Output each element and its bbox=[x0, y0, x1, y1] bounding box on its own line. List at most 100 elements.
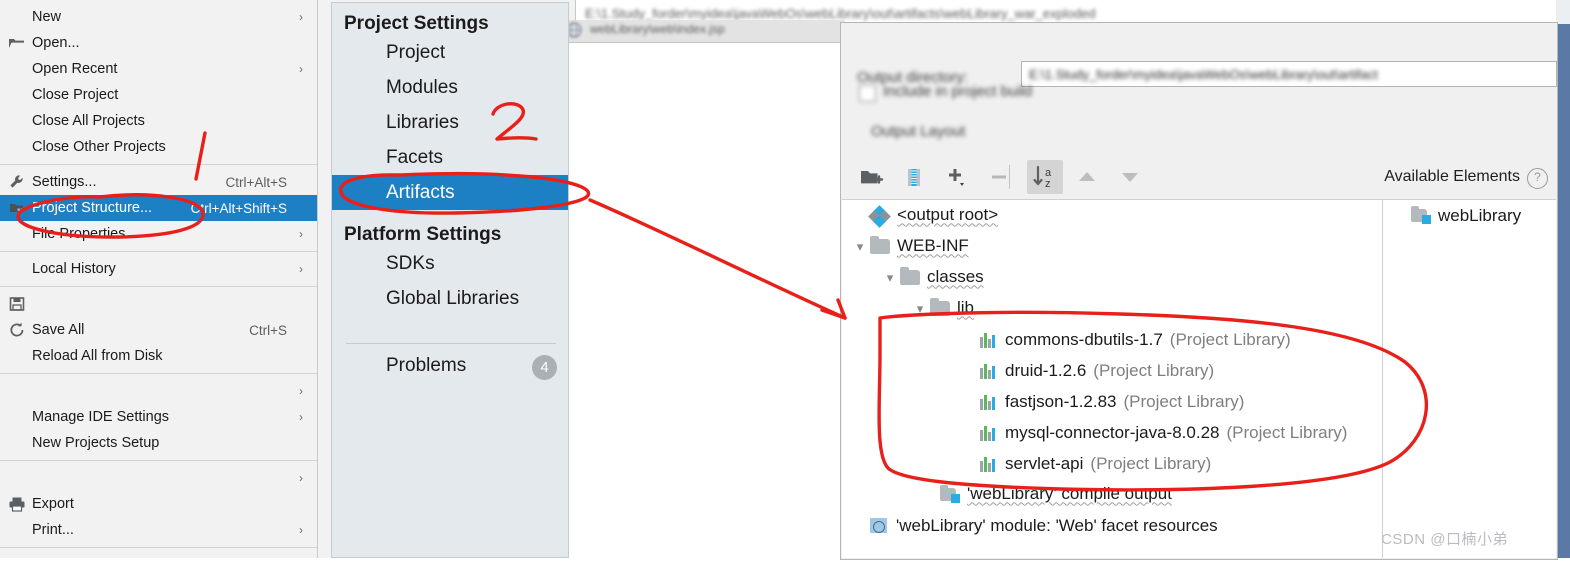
menu-item-label: Open Recent bbox=[32, 61, 118, 77]
library-icon bbox=[980, 424, 998, 441]
menu-item-manage-ide-settings[interactable]: › bbox=[0, 378, 317, 404]
menu-item-label: Export bbox=[32, 496, 74, 512]
tree-node-label: WEB-INF bbox=[897, 235, 969, 255]
menu-item-open-recent[interactable]: Open Recent › bbox=[0, 56, 317, 82]
menu-item-add-to-favorites[interactable]: Print... › bbox=[0, 517, 317, 543]
menu-item-project-structure[interactable]: Project Structure... Ctrl+Alt+Shift+S bbox=[0, 195, 317, 221]
reload-icon bbox=[8, 321, 26, 339]
screen-root: E:\1.Study_forder\myidea\javaWebOs\webLi… bbox=[0, 0, 1570, 560]
menu-item-new-projects-setup[interactable]: Manage IDE Settings › bbox=[0, 404, 317, 430]
tree-row[interactable]: servlet-api (Project Library) bbox=[842, 448, 1382, 479]
menu-item-power-save-mode[interactable] bbox=[0, 552, 317, 578]
menu-item-reload-all-from-disk[interactable]: Save All Ctrl+S bbox=[0, 317, 317, 343]
menu-item-label: Project Structure... bbox=[32, 200, 153, 216]
menu-item-label: Open... bbox=[32, 35, 80, 51]
chevron-right-icon: › bbox=[299, 262, 303, 276]
chevron-right-icon: › bbox=[299, 410, 303, 424]
output-directory-value: E:\1.Study_forder\myidea\javaWebOs\webLi… bbox=[1029, 67, 1378, 82]
menu-item-shortcut: Ctrl+S bbox=[249, 322, 287, 338]
tree-expander[interactable]: ▾ bbox=[910, 301, 930, 317]
sort-alpha-icon[interactable]: a z bbox=[1027, 160, 1063, 194]
folder-icon bbox=[900, 267, 920, 285]
tree-node-label: druid-1.2.6 bbox=[1005, 360, 1087, 380]
menu-item-save-file-as-template[interactable]: New Projects Setup bbox=[0, 430, 317, 456]
wrench-icon bbox=[8, 173, 26, 191]
menu-item-label: Print... bbox=[32, 522, 74, 538]
menu-item-invalidate-caches[interactable]: Reload All from Disk bbox=[0, 343, 317, 369]
sidebar-item-problems[interactable]: Problems bbox=[386, 355, 466, 377]
available-element-label: webLibrary bbox=[1438, 205, 1522, 225]
background-editor-area bbox=[560, 42, 846, 558]
output-layout-tree[interactable]: <output root> ▾ WEB-INF ▾ classes ▾ lib bbox=[842, 200, 1382, 558]
menu-item-export[interactable]: › bbox=[0, 465, 317, 491]
save-icon bbox=[8, 295, 26, 313]
menu-item-new[interactable]: New › bbox=[0, 4, 317, 30]
tree-node-label: classes bbox=[927, 266, 984, 286]
folder-icon bbox=[870, 236, 890, 254]
tree-row[interactable]: druid-1.2.6 (Project Library) bbox=[842, 355, 1382, 386]
project-settings-header: Project Settings bbox=[344, 13, 489, 34]
help-icon[interactable]: ? bbox=[1527, 168, 1548, 189]
add-archive-icon[interactable] bbox=[897, 160, 931, 194]
sidebar-item-project[interactable]: Project bbox=[332, 35, 568, 70]
tree-row[interactable]: fastjson-1.2.83 (Project Library) bbox=[842, 386, 1382, 417]
module-output-icon bbox=[1411, 205, 1431, 224]
menu-item-label: Close Project bbox=[32, 87, 119, 103]
project-structure-sidebar: Project Settings Project Modules Librari… bbox=[331, 2, 569, 558]
sidebar-item-facets[interactable]: Facets bbox=[332, 140, 568, 175]
tree-row[interactable]: 'webLibrary' compile output bbox=[842, 479, 1382, 510]
watermark: CSDN @口楠小弟 bbox=[1381, 531, 1508, 548]
add-plus-icon[interactable] bbox=[940, 160, 974, 194]
tree-row[interactable]: ▾ WEB-INF bbox=[842, 231, 1382, 262]
add-directory-icon[interactable] bbox=[854, 160, 888, 194]
sidebar-item-libraries[interactable]: Libraries bbox=[332, 105, 568, 140]
tree-row[interactable]: mysql-connector-java-8.0.28 (Project Lib… bbox=[842, 417, 1382, 448]
menu-item-save-all[interactable] bbox=[0, 291, 317, 317]
sidebar-item-modules[interactable]: Modules bbox=[332, 70, 568, 105]
sidebar-item-artifacts[interactable]: Artifacts bbox=[332, 175, 568, 210]
platform-settings-header: Platform Settings bbox=[344, 224, 502, 245]
tree-expander[interactable]: ▾ bbox=[850, 239, 870, 255]
library-icon bbox=[980, 331, 998, 348]
menu-item-file-properties[interactable]: File Properties › bbox=[0, 221, 317, 247]
tree-row[interactable]: ▾ lib bbox=[842, 293, 1382, 324]
tree-node-label: fastjson-1.2.83 bbox=[1005, 391, 1117, 411]
menu-separator bbox=[0, 164, 317, 165]
tree-node-label: mysql-connector-java-8.0.28 bbox=[1005, 422, 1220, 442]
chevron-right-icon: › bbox=[299, 62, 303, 76]
tree-row[interactable]: commons-dbutils-1.7 (Project Library) bbox=[842, 324, 1382, 355]
chevron-right-icon: › bbox=[299, 471, 303, 485]
tree-expander[interactable]: ▾ bbox=[880, 270, 900, 286]
menu-item-open[interactable]: Open... bbox=[0, 30, 317, 56]
menu-item-label: File Properties bbox=[32, 226, 126, 242]
facet-icon bbox=[870, 517, 889, 534]
remove-minus-icon bbox=[983, 160, 1017, 194]
menu-item-label: Settings... bbox=[32, 174, 97, 190]
list-item[interactable]: webLibrary bbox=[1383, 200, 1556, 231]
printer-icon bbox=[8, 495, 26, 513]
background-breadcrumb-text: webLibrary\web\index.jsp bbox=[590, 22, 725, 36]
menu-item-shortcut: Ctrl+Alt+S bbox=[225, 174, 287, 190]
available-elements-list[interactable]: webLibrary bbox=[1383, 200, 1556, 558]
tree-row[interactable]: <output root> bbox=[842, 200, 1382, 231]
tree-node-label: 'webLibrary' compile output bbox=[967, 483, 1172, 503]
sidebar-item-global-libraries[interactable]: Global Libraries bbox=[332, 281, 568, 316]
menu-item-settings[interactable]: Settings... Ctrl+Alt+S bbox=[0, 169, 317, 195]
menu-item-close-project[interactable]: Close Project bbox=[0, 82, 317, 108]
artifacts-toolbar: a z Available Elements ? bbox=[842, 156, 1556, 200]
menu-separator bbox=[0, 286, 317, 287]
menu-separator bbox=[0, 460, 317, 461]
tree-node-suffix: (Project Library) bbox=[1169, 329, 1291, 349]
menu-item-close-all-projects[interactable]: Close All Projects bbox=[0, 108, 317, 134]
menu-item-print[interactable]: Export bbox=[0, 491, 317, 517]
menu-item-close-other-projects[interactable]: Close Other Projects bbox=[0, 134, 317, 160]
tree-node-label: <output root> bbox=[897, 204, 999, 224]
chevron-right-icon: › bbox=[299, 227, 303, 241]
menu-item-local-history[interactable]: Local History › bbox=[0, 256, 317, 282]
svg-text:z: z bbox=[1045, 178, 1051, 190]
problems-count-badge: 4 bbox=[532, 355, 557, 380]
tree-row[interactable]: ▾ classes bbox=[842, 262, 1382, 293]
tree-row[interactable]: 'webLibrary' module: 'Web' facet resourc… bbox=[842, 510, 1382, 541]
sidebar-item-sdks[interactable]: SDKs bbox=[332, 246, 568, 281]
include-in-project-build-checkbox[interactable] bbox=[859, 85, 876, 102]
